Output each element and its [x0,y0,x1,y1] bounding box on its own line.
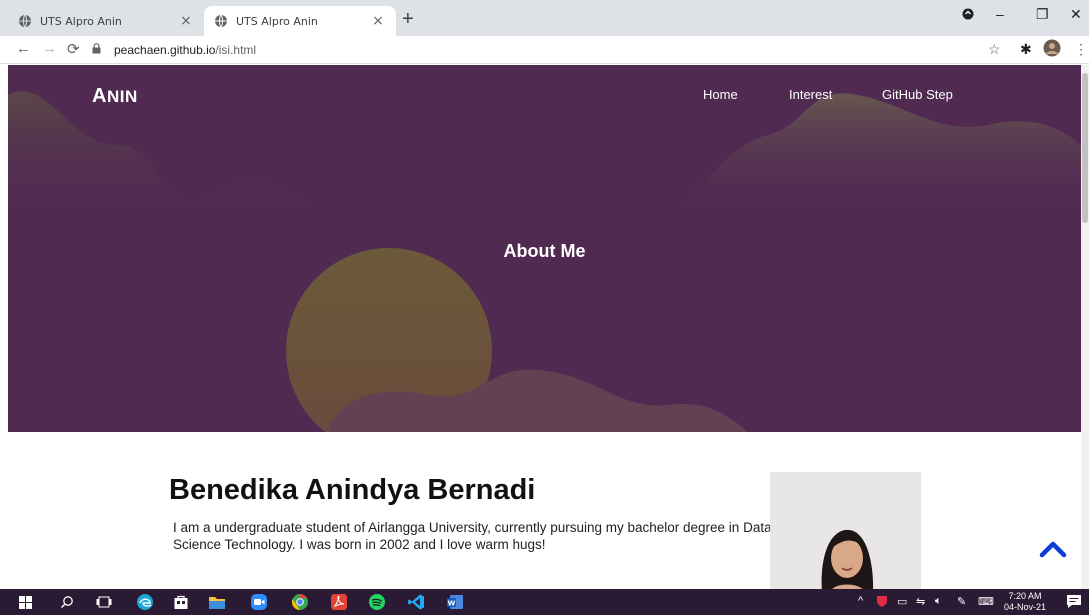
page-scrollbar[interactable] [1081,65,1089,589]
zoom-app-icon[interactable] [250,593,268,611]
task-view-icon[interactable] [95,593,113,611]
nav-interest-link[interactable]: Interest [789,87,832,102]
scroll-to-top-chevron-icon[interactable] [1038,539,1068,559]
svg-text:W: W [448,600,456,608]
profile-photo [770,472,921,589]
edge-browser-icon[interactable] [136,593,154,611]
bookmark-star-icon[interactable]: ☆ [988,41,1001,58]
forward-icon[interactable]: → [42,40,57,57]
profile-avatar[interactable] [1043,39,1061,60]
nav-home-link[interactable]: Home [703,87,738,102]
system-clock[interactable]: 7:20 AM 04-Nov-21 [1000,591,1050,613]
vscode-icon[interactable] [407,593,425,611]
lock-icon [92,43,106,57]
close-icon[interactable]: × [370,13,386,29]
chrome-icon[interactable] [291,593,309,611]
account-icon[interactable] [962,6,974,23]
battery-icon[interactable]: ▭ [897,595,907,608]
file-explorer-icon[interactable] [208,593,226,611]
antivirus-shield-icon[interactable] [876,595,888,610]
store-bag-icon[interactable] [172,593,190,611]
url-path: /isi.html [215,43,257,57]
minimize-icon[interactable]: – [996,6,1004,22]
windows-start-icon[interactable] [16,593,34,611]
windows-taskbar: W ^ ▭ ⇋ 🔈︎ ✎ ⌨ 7:20 AM 04-Nov-21 [0,589,1089,615]
tray-expand-chevron-icon[interactable]: ^ [858,595,863,607]
clock-time: 7:20 AM [1008,591,1042,601]
close-icon[interactable]: × [178,13,194,29]
browser-tab[interactable]: UTS Alpro Anin × [8,6,204,36]
new-tab-button[interactable]: + [402,9,414,29]
network-icon[interactable]: ⇋ [916,595,925,608]
keyboard-icon[interactable]: ⌨ [978,595,994,608]
globe-icon [18,14,32,28]
browser-tab-bar: UTS Alpro Anin × UTS Alpro Anin × + – ❐ … [0,0,1089,36]
volume-icon[interactable]: 🔈︎ [935,595,942,608]
restore-icon[interactable]: ❐ [1036,6,1049,23]
spotify-icon[interactable] [368,593,386,611]
globe-icon [214,14,228,28]
person-bio: I am a undergraduate student of Airlangg… [173,520,772,552]
nav-github-step-link[interactable]: GitHub Step [882,87,953,102]
clock-date: 04-Nov-21 [1003,602,1047,612]
window-close-icon[interactable]: ✕ [1070,6,1082,23]
hero-banner: ANIN Home Interest GitHub Step About Me [8,65,1081,432]
back-icon[interactable]: ← [16,40,31,57]
search-icon[interactable] [58,593,76,611]
reload-icon[interactable]: ⟳ [67,40,80,58]
address-bar[interactable]: peachaen.github.io/isi.html [92,38,962,62]
word-icon[interactable]: W [446,593,464,611]
url-host: peachaen.github.io [114,43,216,57]
browser-tab-active[interactable]: UTS Alpro Anin × [204,6,396,36]
hero-title: About Me [503,241,586,261]
menu-kebab-icon[interactable]: ⋮ [1074,41,1088,58]
browser-toolbar: ← → ⟳ peachaen.github.io/isi.html ☆ ✱ ⋮ [0,36,1089,64]
site-logo[interactable]: ANIN [92,85,138,108]
about-section: Benedika Anindya Bernadi I am a undergra… [8,432,1081,589]
tab-title: UTS Alpro Anin [40,14,122,28]
notification-center-icon[interactable] [1066,593,1082,612]
scrollbar-thumb[interactable] [1082,73,1088,223]
page-viewport: ANIN Home Interest GitHub Step About Me … [8,65,1081,589]
tab-title: UTS Alpro Anin [236,14,318,28]
acrobat-icon[interactable] [330,593,348,611]
pen-icon[interactable]: ✎ [957,595,966,608]
extensions-puzzle-icon[interactable]: ✱ [1020,41,1032,58]
person-name: Benedika Anindya Bernadi [169,474,536,506]
